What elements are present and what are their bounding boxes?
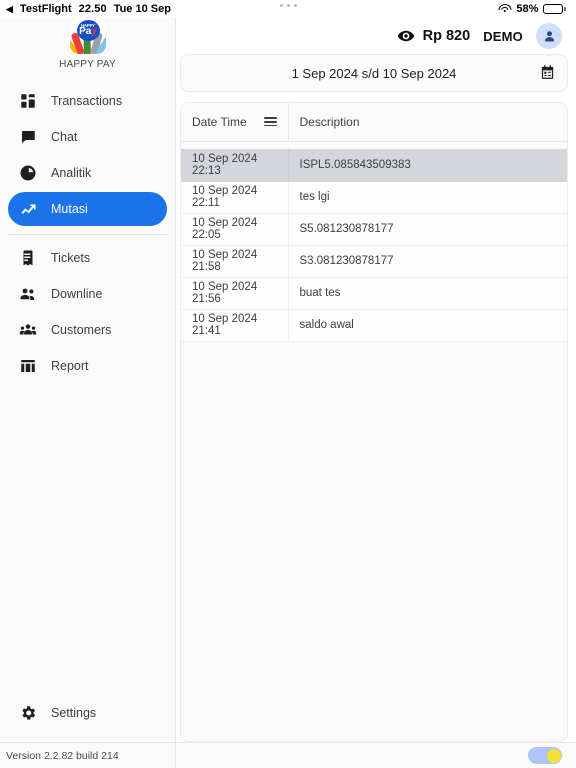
sidebar-item-label: Tickets <box>51 251 91 265</box>
triangle-left-icon[interactable]: ◀ <box>6 4 13 14</box>
battery-percent-label: 58% <box>516 3 539 15</box>
person-icon <box>544 30 554 41</box>
app-body: HAPPY Pay HAPPY PAY Transactions Chat An… <box>0 18 576 768</box>
calendar-icon[interactable] <box>539 64 557 82</box>
chat-bubble-icon <box>18 127 38 147</box>
sidebar-item-customers[interactable]: Customers <box>8 313 167 347</box>
cell-description: saldo awal <box>288 309 567 342</box>
date-range-value: 1 Sep 2024 s/d 10 Sep 2024 <box>291 65 457 81</box>
cell-date-time: 10 Sep 2024 22:13 <box>181 149 289 182</box>
cell-date-time: 10 Sep 2024 22:05 <box>181 213 289 246</box>
table-header-row: Date Time Description <box>181 103 567 142</box>
balance-amount: Rp 820 <box>422 28 471 44</box>
balance-display[interactable]: Rp 820 <box>397 27 471 45</box>
back-app-label[interactable]: TestFlight <box>20 3 72 15</box>
table-row[interactable]: 10 Sep 2024 21:58 S3.081230878177 <box>181 245 567 278</box>
sidebar-item-mutasi[interactable]: Mutasi <box>8 192 167 226</box>
cell-date-time: 10 Sep 2024 21:41 <box>181 309 289 342</box>
sidebar-item-report[interactable]: Report <box>8 349 167 383</box>
column-header-date-time[interactable]: Date Time <box>181 103 289 142</box>
table-spacer-row <box>181 141 567 149</box>
sidebar-item-transactions[interactable]: Transactions <box>8 84 167 118</box>
table-row[interactable]: 10 Sep 2024 22:05 S5.081230878177 <box>181 213 567 246</box>
sidebar-item-label: Customers <box>51 323 112 337</box>
sidebar: HAPPY Pay HAPPY PAY Transactions Chat An… <box>0 18 176 768</box>
sidebar-item-tickets[interactable]: Tickets <box>8 241 167 275</box>
cell-date-time: 10 Sep 2024 21:58 <box>181 245 289 278</box>
wifi-icon <box>498 4 512 14</box>
table-chart-icon <box>18 356 38 376</box>
column-header-label: Description <box>299 114 360 129</box>
date-range-field[interactable]: 1 Sep 2024 s/d 10 Sep 2024 <box>180 54 568 92</box>
column-header-label: Date Time <box>192 114 247 129</box>
brand-block: HAPPY Pay HAPPY PAY <box>0 18 175 78</box>
sidebar-item-downline[interactable]: Downline <box>8 277 167 311</box>
table-row[interactable]: 10 Sep 2024 22:11 tes lgi <box>181 181 567 214</box>
sidebar-item-label: Settings <box>51 706 97 720</box>
table-body: 10 Sep 2024 22:13 ISPL5.085843509383 10 … <box>181 141 567 342</box>
cell-date-time: 10 Sep 2024 22:11 <box>181 181 289 214</box>
sidebar-divider <box>8 234 167 235</box>
brand-name: HAPPY PAY <box>59 59 116 70</box>
cell-description: tes lgi <box>288 181 567 214</box>
eye-icon[interactable] <box>397 27 415 45</box>
table-head: Date Time Description <box>181 103 567 142</box>
sidebar-item-analitik[interactable]: Analitik <box>8 156 167 190</box>
main-content: 1 Sep 2024 s/d 10 Sep 2024 Date Time Des… <box>176 54 576 742</box>
sidebar-item-label: Chat <box>51 130 78 144</box>
sidebar-item-settings[interactable]: Settings <box>8 696 167 730</box>
trend-up-icon <box>18 199 38 219</box>
sidebar-item-label: Transactions <box>51 94 123 108</box>
sidebar-nav-primary: Transactions Chat Analitik Mutasi Ticket… <box>0 78 175 385</box>
battery-icon <box>543 4 566 14</box>
sidebar-item-label: Report <box>51 359 89 373</box>
cell-description: ISPL5.085843509383 <box>288 149 567 182</box>
version-label: Version 2.2.82 build 214 <box>0 742 175 768</box>
mutasi-table-card: Date Time Description 10 Sep 2024 22:13 … <box>180 102 568 742</box>
sidebar-nav-secondary: Settings <box>0 696 175 742</box>
table-row[interactable]: 10 Sep 2024 21:41 saldo awal <box>181 309 567 342</box>
happy-pay-logo: HAPPY Pay <box>69 18 106 54</box>
mutasi-table: Date Time Description 10 Sep 2024 22:13 … <box>181 103 567 342</box>
status-bar-date: Tue 10 Sep <box>113 3 171 15</box>
cell-description: S3.081230878177 <box>288 245 567 278</box>
logo-badge-main: Pay <box>79 26 97 38</box>
sidebar-item-label: Downline <box>51 287 103 301</box>
bottom-bar <box>176 742 576 768</box>
toggle-knob <box>546 748 561 763</box>
gear-icon <box>18 703 38 723</box>
cell-description: buat tes <box>288 277 567 310</box>
dashboard-grid-icon <box>18 91 38 111</box>
column-header-description[interactable]: Description <box>288 103 567 142</box>
mode-toggle[interactable] <box>528 747 562 764</box>
people-icon <box>18 284 38 304</box>
sidebar-item-label: Mutasi <box>51 202 88 216</box>
account-label[interactable]: DEMO <box>483 29 523 44</box>
table-row[interactable]: 10 Sep 2024 21:56 buat tes <box>181 277 567 310</box>
hamburger-menu-icon[interactable] <box>263 117 277 127</box>
avatar[interactable] <box>536 23 562 49</box>
top-bar: Rp 820 DEMO <box>176 18 576 54</box>
status-bar-right: 58% <box>498 3 566 15</box>
sidebar-item-chat[interactable]: Chat <box>8 120 167 154</box>
receipt-icon <box>18 248 38 268</box>
cell-description: S5.081230878177 <box>288 213 567 246</box>
sidebar-item-label: Analitik <box>51 166 92 180</box>
ios-status-bar: ◀ TestFlight 22.50 Tue 10 Sep 58% <box>0 0 576 18</box>
app-root: ◀ TestFlight 22.50 Tue 10 Sep 58% HAPPY … <box>0 0 576 768</box>
cell-date-time: 10 Sep 2024 21:56 <box>181 277 289 310</box>
status-bar-left: ◀ TestFlight 22.50 Tue 10 Sep <box>6 3 171 15</box>
table-row[interactable]: 10 Sep 2024 22:13 ISPL5.085843509383 <box>181 149 567 182</box>
main-panel: Rp 820 DEMO 1 Sep 2024 s/d 10 Sep 2024 D… <box>176 18 576 768</box>
pie-chart-icon <box>18 163 38 183</box>
group-icon <box>18 320 38 340</box>
status-bar-time: 22.50 <box>78 3 107 15</box>
